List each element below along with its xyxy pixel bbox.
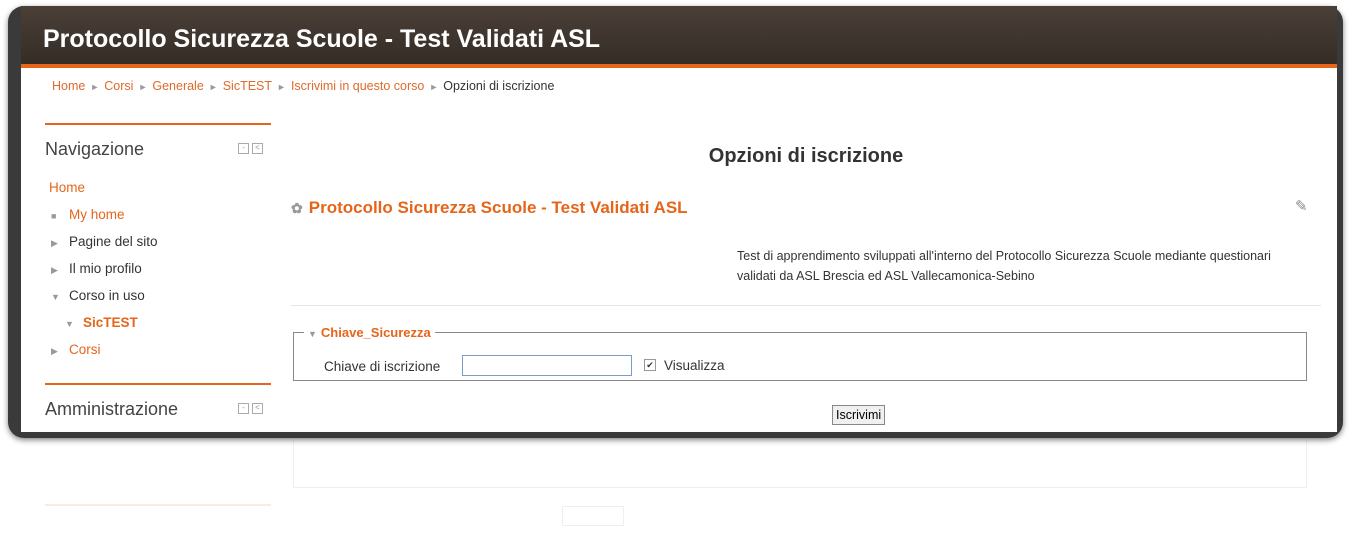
breadcrumb-home[interactable]: Home	[52, 79, 85, 93]
course-icon: ✿	[291, 200, 303, 216]
window-frame: Protocollo Sicurezza Scuole - Test Valid…	[8, 6, 1343, 438]
header-accent-bar	[21, 64, 1337, 68]
administration-block: Amministrazione - <	[45, 383, 271, 420]
show-key-checkbox[interactable]: ✔	[644, 359, 656, 371]
divider	[291, 305, 1321, 306]
enrol-button[interactable]: Iscrivimi	[832, 405, 886, 425]
nav-item-corsi[interactable]: ▶ Corsi	[51, 340, 158, 367]
nav-item-my-home[interactable]: ■ My home	[51, 205, 158, 232]
expand-arrow-icon: ▶	[51, 238, 58, 248]
expand-arrow-icon: ▶	[51, 346, 58, 356]
collapse-arrow-icon: ▼	[51, 292, 60, 302]
breadcrumb-separator-icon: ►	[208, 82, 218, 92]
site-header: Protocollo Sicurezza Scuole - Test Valid…	[21, 6, 1337, 64]
collapse-arrow-icon: ▼	[65, 319, 74, 329]
breadcrumb-separator-icon: ►	[90, 82, 100, 92]
nav-item-sictest[interactable]: ▼ SicTEST	[51, 313, 158, 340]
dock-icon[interactable]: <	[252, 143, 263, 154]
navigation-tree: Home ■ My home ▶ Pagine del sito ▶ Il mio p…	[49, 178, 158, 367]
dock-icon[interactable]: <	[252, 403, 263, 414]
nav-item-home[interactable]: Home	[49, 178, 158, 205]
fieldset-legend[interactable]: ▼ Chiave_Sicurezza	[304, 325, 435, 340]
breadcrumb-sictest[interactable]: SicTEST	[223, 79, 272, 93]
breadcrumb-separator-icon: ►	[277, 82, 286, 92]
breadcrumb-separator-icon: ►	[138, 82, 148, 92]
window-reflection	[8, 440, 1343, 546]
breadcrumb-corsi[interactable]: Corsi	[104, 79, 133, 93]
breadcrumb: Home ► Corsi ► Generale ► SicTEST ► Iscrivimi in…	[52, 79, 554, 93]
course-title[interactable]: ✿ Protocollo Sicurezza Scuole - Test Vali…	[291, 198, 721, 218]
breadcrumb-separator-icon: ►	[429, 82, 439, 92]
enrolment-key-fieldset: ▼ Chiave_Sicurezza Chiave di iscrizione ✔…	[293, 325, 1307, 381]
collapse-arrow-icon: ▼	[308, 329, 317, 339]
page: Protocollo Sicurezza Scuole - Test Valid…	[21, 6, 1337, 432]
enrolment-key-label: Chiave di iscrizione	[324, 359, 441, 374]
collapse-icon[interactable]: -	[238, 403, 249, 414]
site-title[interactable]: Protocollo Sicurezza Scuole - Test Valid…	[43, 25, 600, 54]
nav-item-pagine-del-sito[interactable]: ▶ Pagine del sito	[51, 232, 158, 259]
edit-icon[interactable]: ✎	[1295, 197, 1308, 215]
breadcrumb-generale[interactable]: Generale	[152, 79, 203, 93]
block-controls: - <	[235, 402, 263, 414]
enrolment-key-input[interactable]	[462, 355, 632, 376]
navigation-block: Navigazione - <	[45, 123, 271, 160]
nav-item-il-mio-profilo[interactable]: ▶ Il mio profilo	[51, 259, 158, 286]
breadcrumb-iscrivimi[interactable]: Iscrivimi in questo corso	[291, 79, 424, 93]
nav-item-corso-in-uso[interactable]: ▼ Corso in uso	[51, 286, 158, 313]
course-description: Test di apprendimento sviluppati all'int…	[737, 249, 1271, 283]
show-key-label[interactable]: Visualizza	[664, 358, 725, 373]
collapse-icon[interactable]: -	[238, 143, 249, 154]
block-controls: - <	[235, 142, 263, 154]
page-title: Opzioni di iscrizione	[708, 145, 904, 167]
bullet-icon: ■	[51, 211, 57, 221]
breadcrumb-current: Opzioni di iscrizione	[443, 79, 555, 93]
expand-arrow-icon: ▶	[51, 265, 58, 275]
